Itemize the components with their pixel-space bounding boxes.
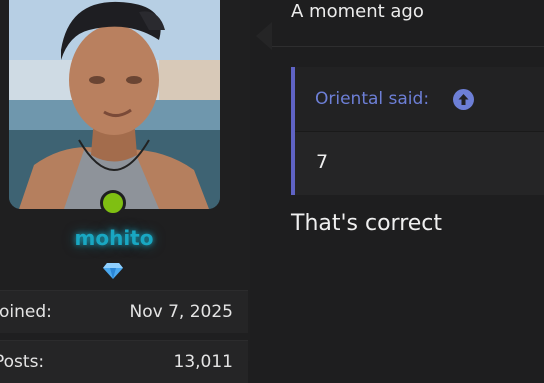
quote-author-link[interactable]: Oriental said:: [315, 89, 429, 109]
message-column: A moment ago Oriental said: 7 That's cor…: [272, 0, 544, 361]
stat-row-joined: Joined: Nov 7, 2025: [0, 290, 248, 333]
stat-label: Joined:: [0, 302, 52, 322]
user-info-column: mohito Joined: Nov 7, 2025 Posts: 13,011: [0, 0, 250, 383]
avatar-photo: [9, 0, 220, 209]
quote-content: 7: [316, 151, 329, 173]
arrow-up-circle-icon[interactable]: [453, 89, 474, 110]
quote-header: Oriental said:: [295, 67, 544, 132]
online-status-indicator: [100, 190, 126, 216]
gem-icon: [103, 262, 123, 280]
username-link[interactable]: mohito: [0, 226, 228, 250]
message-pointer: [256, 22, 272, 50]
stat-value: 13,011: [173, 352, 233, 372]
message-header: A moment ago: [272, 0, 544, 47]
post-timestamp[interactable]: A moment ago: [291, 1, 424, 22]
stat-label: Posts:: [0, 352, 45, 372]
user-avatar[interactable]: [9, 0, 220, 209]
stat-row-posts: Posts: 13,011: [0, 340, 248, 383]
quote-block: Oriental said: 7: [291, 67, 544, 195]
stat-value: Nov 7, 2025: [129, 302, 233, 322]
message-body: That's correct: [291, 211, 443, 236]
